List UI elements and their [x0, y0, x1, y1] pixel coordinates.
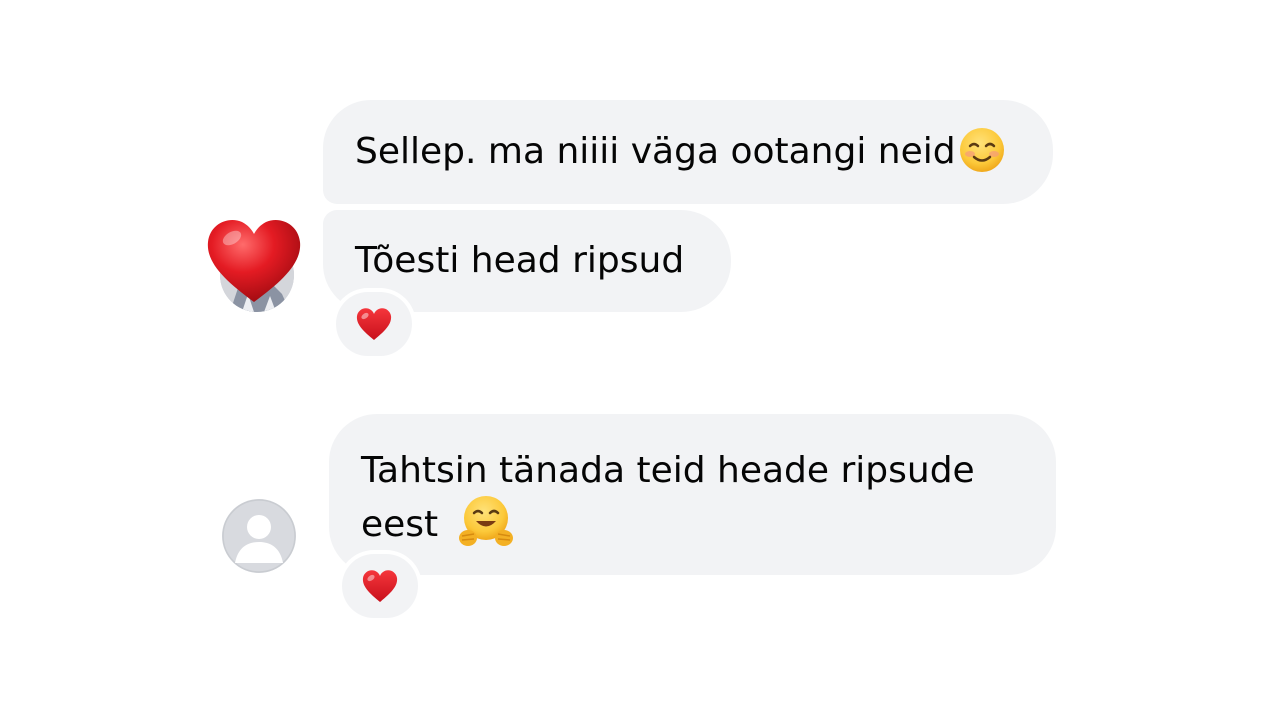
default-profile-avatar[interactable]: [222, 499, 296, 573]
red-heart-icon: [362, 570, 398, 602]
red-heart-icon: [356, 308, 392, 340]
hugging-face-icon: [458, 496, 513, 546]
message-text-line-1: Tahtsin tänada teid heade ripsude: [361, 450, 975, 491]
message-reaction[interactable]: [342, 554, 418, 618]
smiling-face-icon: [959, 128, 1004, 172]
message-text: Sellep. ma niiii väga ootangi neid: [355, 131, 956, 172]
message-text-line-2-wrap: eest: [361, 496, 1056, 552]
default-profile-icon: [222, 499, 296, 573]
message-bubble-1[interactable]: Sellep. ma niiii väga ootangi neid: [323, 100, 1053, 204]
message-bubble-3[interactable]: Tahtsin tänada teid heade ripsude eest: [329, 414, 1056, 575]
message-text-line-2: eest: [361, 504, 439, 545]
heart-avatar-icon: [207, 220, 301, 302]
message-text: Tõesti head ripsud: [355, 240, 685, 281]
chat-view: Sellep. ma niiii väga ootangi neid Tõest…: [0, 0, 1280, 720]
message-reaction[interactable]: [336, 292, 412, 356]
